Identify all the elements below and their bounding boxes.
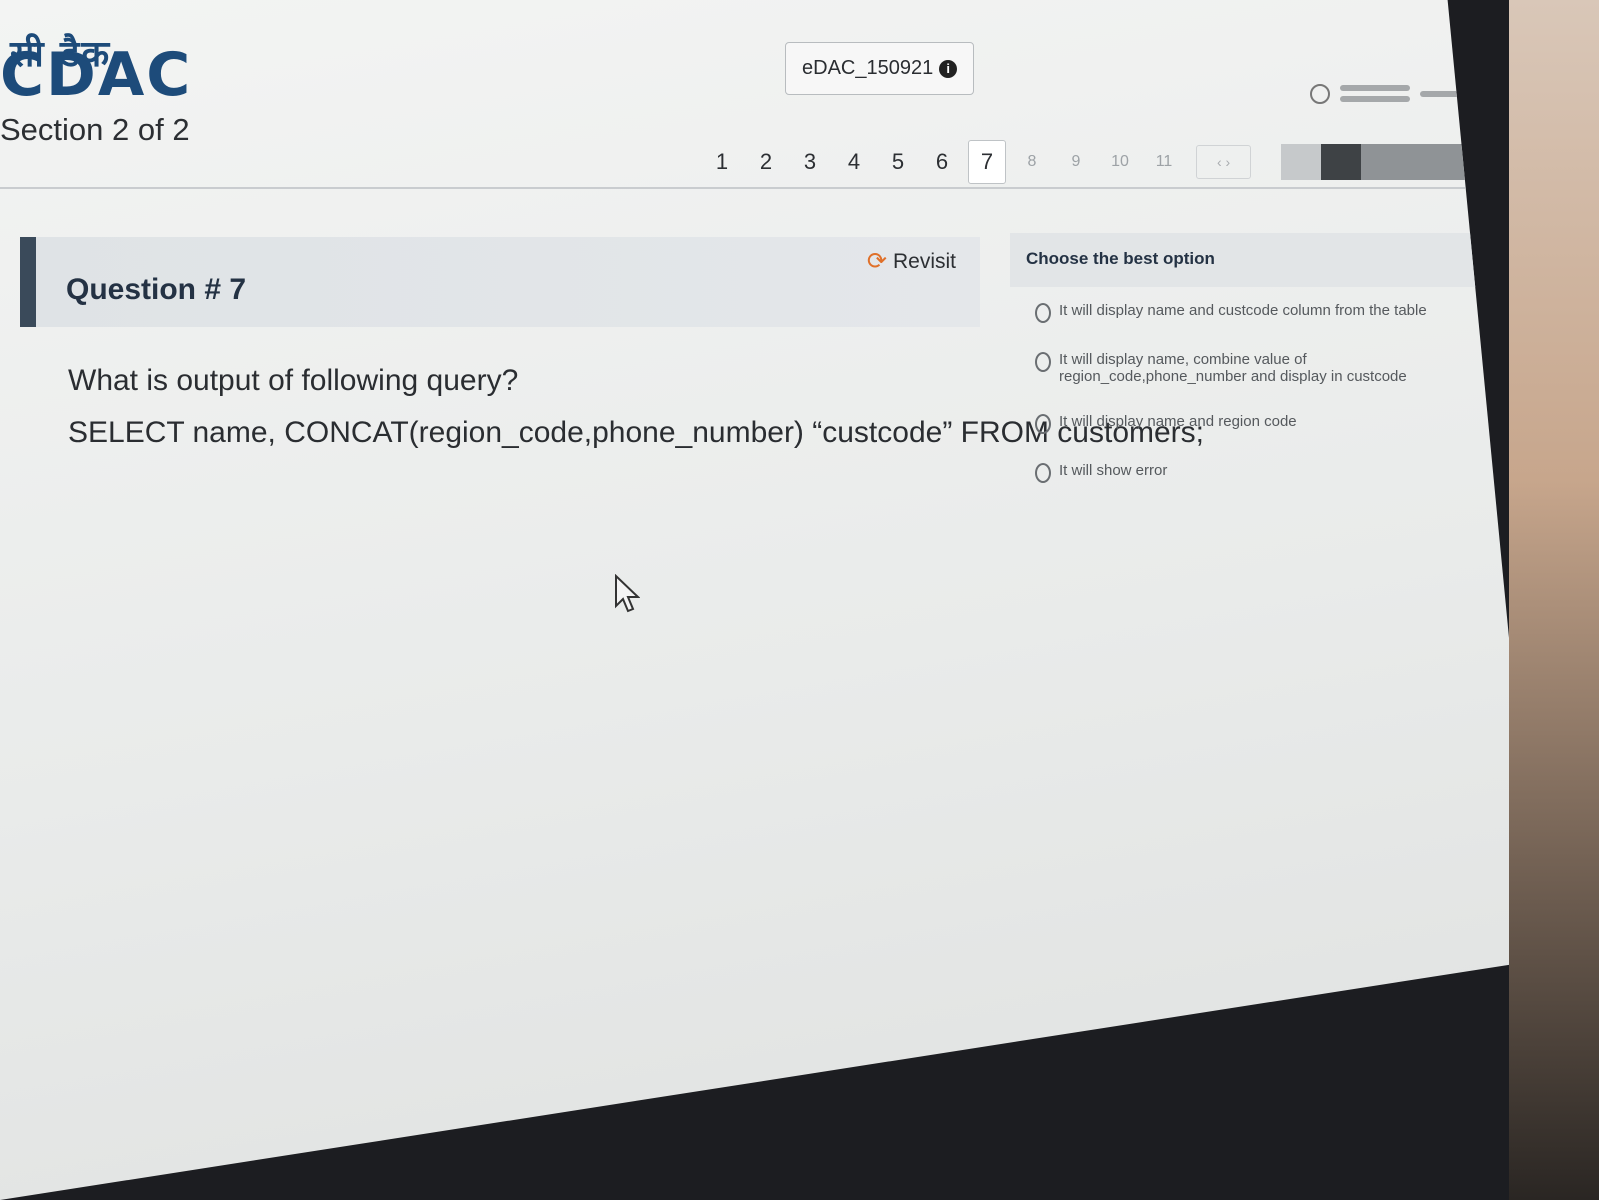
question-text-line-1: What is output of following query? <box>68 364 519 397</box>
header-divider <box>0 187 1480 189</box>
radio-icon[interactable] <box>1035 414 1051 434</box>
option-label: It will display name, combine value of r… <box>1059 351 1407 385</box>
info-icon[interactable]: i <box>939 59 958 78</box>
page-button-7-current[interactable]: 7 <box>968 140 1006 184</box>
prev-button[interactable] <box>1281 144 1322 180</box>
page-button-4[interactable]: 4 <box>832 141 876 183</box>
question-text: What is output of following query? SELEC… <box>68 355 1204 459</box>
session-id: eDAC_150921 <box>802 57 934 79</box>
option-2[interactable]: It will display name, combine value of r… <box>1035 351 1475 385</box>
section-label: Section 2 of 2 <box>0 112 190 147</box>
question-text-line-2: SELECT name, CONCAT(region_code,phone_nu… <box>68 416 1205 449</box>
background-wall <box>1509 0 1599 1200</box>
page-button-9[interactable]: 9 <box>1054 145 1098 179</box>
options-list: It will display name and custcode column… <box>1035 302 1475 511</box>
next-button[interactable] <box>1361 144 1472 180</box>
logo-script-text: सी डैक <box>10 34 112 75</box>
option-label: It will show error <box>1059 462 1168 479</box>
page-button-1[interactable]: 1 <box>700 141 744 183</box>
question-header: Question # 7 ⟳ Revisit <box>20 237 980 327</box>
timer-area <box>1310 80 1490 107</box>
options-header: Choose the best option <box>1010 233 1480 287</box>
question-pager: 1 2 3 4 5 6 7 8 9 10 11 ‹ › <box>700 140 1472 184</box>
revisit-icon: ⟳ <box>866 248 887 275</box>
option-label: It will display name and custcode column… <box>1059 302 1427 319</box>
option-1[interactable]: It will display name and custcode column… <box>1035 302 1475 323</box>
option-3[interactable]: It will display name and region code <box>1035 413 1475 434</box>
exam-screen: सी डैक CDAC Section 2 of 2 eDAC_150921 i… <box>0 0 1540 1200</box>
page-button-11[interactable]: 11 <box>1142 145 1186 179</box>
page-button-8[interactable]: 8 <box>1010 145 1054 179</box>
mark-button[interactable] <box>1321 144 1362 180</box>
page-button-2[interactable]: 2 <box>744 141 788 183</box>
nav-buttons <box>1281 144 1472 180</box>
timer-blurred-right <box>1420 90 1490 97</box>
question-title: Question # 7 <box>66 273 247 306</box>
page-button-5[interactable]: 5 <box>876 141 920 183</box>
timer-blurred <box>1340 80 1410 107</box>
radio-icon[interactable] <box>1035 303 1051 323</box>
session-badge: eDAC_150921 i <box>785 42 975 95</box>
option-4[interactable]: It will show error <box>1035 462 1475 483</box>
radio-icon[interactable] <box>1035 463 1051 483</box>
option-label: It will display name and region code <box>1059 413 1297 430</box>
page-button-3[interactable]: 3 <box>788 141 832 183</box>
clock-icon <box>1310 83 1330 104</box>
support-contact: ☎ +1-800-924-8221 ✉ +91-8847798595 → <box>1040 1005 1305 1106</box>
revisit-label: Revisit <box>892 249 956 273</box>
radio-icon[interactable] <box>1035 352 1051 372</box>
mouse-cursor-icon <box>615 574 640 613</box>
page-jump-select[interactable]: ‹ › <box>1196 145 1252 179</box>
page-button-10[interactable]: 10 <box>1098 145 1142 179</box>
page-button-6[interactable]: 6 <box>920 141 964 183</box>
cdac-logo: सी डैक CDAC <box>0 34 192 110</box>
revisit-button[interactable]: ⟳ Revisit <box>867 247 956 276</box>
